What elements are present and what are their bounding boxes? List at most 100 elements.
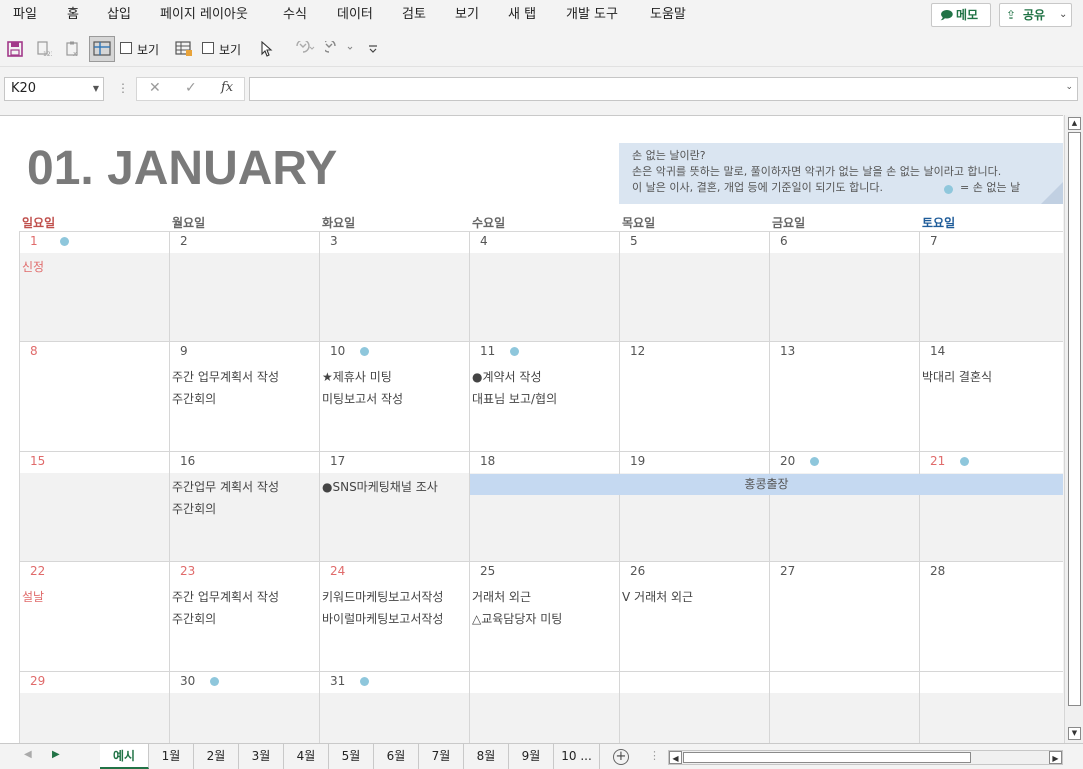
h-scroll-thumb[interactable] — [683, 752, 971, 763]
day-cell[interactable]: 29 — [19, 672, 169, 743]
trip-event-bar[interactable]: 홍콩출장 — [470, 474, 1063, 495]
scroll-right-icon[interactable]: ▶ — [1049, 751, 1062, 764]
day-cell[interactable]: 28 — [919, 562, 1063, 672]
add-sheet-icon[interactable]: + — [613, 749, 629, 765]
day-cell[interactable]: 18 — [469, 452, 619, 562]
menu-formulas[interactable]: 수식 — [283, 0, 307, 30]
menu-insert[interactable]: 삽입 — [107, 0, 131, 30]
sheet-tab[interactable]: 예시 — [100, 744, 149, 769]
day-cell[interactable]: 26 V 거래처 외근 — [619, 562, 769, 672]
chevron-down-icon[interactable]: ⌄ — [1059, 4, 1067, 26]
day-cell[interactable] — [619, 672, 769, 743]
sheet-tab[interactable]: 6월 — [374, 744, 419, 769]
sheet-tab[interactable]: 10 ... — [554, 744, 600, 769]
day-cell[interactable]: 20 — [769, 452, 919, 562]
scroll-thumb[interactable] — [1068, 132, 1081, 706]
name-box[interactable]: K20 ▼ — [4, 77, 104, 101]
lucky-day-dot-icon — [60, 237, 69, 246]
menu-page-layout[interactable]: 페이지 레이아웃 — [160, 0, 248, 30]
day-number: 8 — [20, 342, 52, 363]
menu-data[interactable]: 데이터 — [337, 0, 373, 30]
day-cell[interactable]: 3 — [319, 232, 469, 342]
day-cell[interactable]: 16 주간업무 계획서 작성 주간회의 — [169, 452, 319, 562]
day-cell[interactable]: 30 — [169, 672, 319, 743]
day-number: 18 — [470, 452, 502, 473]
day-cell[interactable]: 31 — [319, 672, 469, 743]
day-cell[interactable]: 13 — [769, 342, 919, 452]
worksheet[interactable]: 01. JANUARY 손 없는 날이란? 손은 악귀를 뜻하는 말로, 풀이하… — [0, 115, 1063, 743]
save-icon[interactable] — [4, 38, 26, 60]
day-cell[interactable]: 17 ●SNS마케팅채널 조사 — [319, 452, 469, 562]
day-cell[interactable]: 21 — [919, 452, 1063, 562]
menu-new-tab[interactable]: 새 탭 — [508, 0, 536, 30]
day-cell[interactable]: 6 — [769, 232, 919, 342]
day-cell[interactable]: 15 — [19, 452, 169, 562]
menu-home[interactable]: 홈 — [67, 0, 79, 30]
insert-function-icon[interactable]: fx — [221, 80, 233, 95]
expand-formula-icon[interactable]: ⌄ — [1065, 82, 1073, 92]
day-cell[interactable]: 14 박대리 결혼식 — [919, 342, 1063, 452]
enter-icon[interactable]: ✓ — [185, 80, 197, 96]
scroll-down-icon[interactable]: ▼ — [1068, 727, 1081, 740]
tab-split-handle[interactable]: ⋮ — [649, 749, 660, 762]
horizontal-scrollbar[interactable]: ◀ ▶ — [668, 750, 1063, 765]
select-cursor-icon[interactable] — [255, 38, 277, 60]
day-cell[interactable]: 25 거래처 외근 △교육담당자 미팅 — [469, 562, 619, 672]
sheet-tab[interactable]: 2월 — [194, 744, 239, 769]
day-cell[interactable]: 1 신정 — [19, 232, 169, 342]
day-cell[interactable]: 9 주간 업무계획서 작성 주간회의 — [169, 342, 319, 452]
day-number — [470, 672, 502, 693]
cell-shading — [320, 253, 469, 341]
day-cell[interactable]: 24 키워드마케팅보고서작성 바이럴마케팅보고서작성 — [319, 562, 469, 672]
day-cell[interactable]: 27 — [769, 562, 919, 672]
memo-button[interactable]: 🗩 메모 — [931, 3, 991, 27]
info-line-2: 이 날은 이사, 결혼, 개업 등에 기준일이 되기도 합니다. — [632, 181, 883, 194]
sheet-tab[interactable]: 8월 — [464, 744, 509, 769]
table-icon[interactable] — [173, 38, 195, 60]
day-cell[interactable] — [469, 672, 619, 743]
day-cell[interactable]: 5 — [619, 232, 769, 342]
dropdown-arrow-icon[interactable]: ▼ — [93, 78, 99, 100]
view-checkbox-1[interactable] — [120, 42, 132, 54]
sheet-tab[interactable]: 1월 — [149, 744, 194, 769]
sheet-tab[interactable]: 3월 — [239, 744, 284, 769]
menu-developer[interactable]: 개발 도구 — [566, 0, 618, 30]
menu-view[interactable]: 보기 — [455, 0, 479, 30]
menu-file[interactable]: 파일 — [13, 0, 37, 30]
share-button[interactable]: ⇪ 공유 ⌄ — [999, 3, 1072, 27]
freeze-panes-icon[interactable] — [89, 36, 115, 62]
paste-values-icon[interactable]: x — [62, 38, 84, 60]
info-line-1: 손은 악귀를 뜻하는 말로, 풀이하자면 악귀가 없는 날을 손 없는 날이라고… — [632, 165, 1002, 178]
next-sheet-icon[interactable]: ▶ — [52, 749, 60, 760]
sheet-tab[interactable]: 9월 — [509, 744, 554, 769]
day-cell[interactable]: 7 — [919, 232, 1063, 342]
number-format-icon[interactable]: 123 — [33, 38, 55, 60]
day-cell[interactable]: 2 — [169, 232, 319, 342]
day-cell[interactable]: 10 ★제휴사 미팅 미팅보고서 작성 — [319, 342, 469, 452]
customize-toolbar-icon[interactable] — [362, 38, 384, 60]
sheet-tab[interactable]: 7월 — [419, 744, 464, 769]
sheet-tab[interactable]: 5월 — [329, 744, 374, 769]
scroll-up-icon[interactable]: ▲ — [1068, 117, 1081, 130]
redo-icon[interactable] — [285, 38, 319, 60]
prev-sheet-icon[interactable]: ◀ — [24, 749, 32, 760]
day-cell[interactable]: 4 — [469, 232, 619, 342]
day-cell[interactable]: 19 — [619, 452, 769, 562]
menu-review[interactable]: 검토 — [402, 0, 426, 30]
day-cell[interactable]: 22 설날 — [19, 562, 169, 672]
formula-input[interactable]: ⌄ — [249, 77, 1078, 101]
day-cell[interactable] — [769, 672, 919, 743]
day-cell[interactable] — [919, 672, 1063, 743]
day-cell[interactable]: 23 주간 업무계획서 작성 주간회의 — [169, 562, 319, 672]
day-cell[interactable]: 8 — [19, 342, 169, 452]
cancel-icon[interactable]: ✕ — [149, 80, 161, 96]
undo-icon[interactable] — [322, 38, 357, 60]
day-cell[interactable]: 11 ●계약서 작성 대표님 보고/협의 — [469, 342, 619, 452]
vertical-scrollbar[interactable]: ▲ ▼ — [1064, 115, 1083, 743]
scroll-left-icon[interactable]: ◀ — [669, 751, 682, 764]
view-checkbox-2[interactable] — [202, 42, 214, 54]
more-options-icon[interactable]: ⋮ — [117, 81, 129, 95]
day-cell[interactable]: 12 — [619, 342, 769, 452]
sheet-tab[interactable]: 4월 — [284, 744, 329, 769]
menu-help[interactable]: 도움말 — [650, 0, 686, 30]
